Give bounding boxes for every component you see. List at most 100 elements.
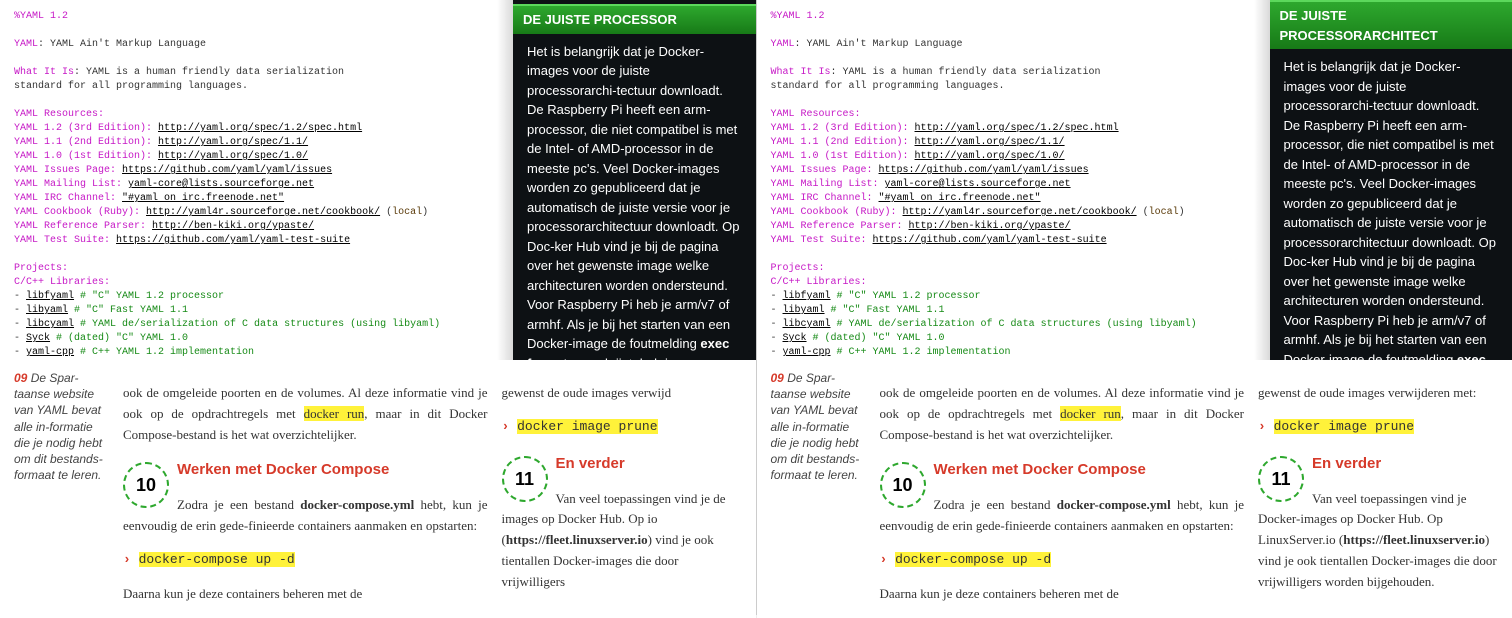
prompt-icon: › [123, 552, 139, 567]
rlink-test[interactable]: https://github.com/yaml/yaml-test-suite [873, 235, 1107, 246]
t-p4c: # (dated) "C" YAML 1.0 [50, 333, 188, 344]
t-r6a: YAML IRC Channel: [14, 193, 122, 204]
rt-r3a: YAML 1.0 (1st Edition): [771, 151, 915, 162]
heading-10-r: 10Werken met Docker Compose [880, 458, 1245, 482]
prompt2-icon: › [502, 419, 518, 434]
rlink-yaml10[interactable]: http://yaml.org/spec/1.0/ [915, 151, 1065, 162]
link-yaml12[interactable]: http://yaml.org/spec/1.2/spec.html [158, 123, 362, 134]
caption-num: 09 [14, 371, 27, 385]
t-r7e: ) [422, 207, 428, 218]
rt-r2a: YAML 1.1 (2nd Edition): [771, 137, 915, 148]
rt-res: YAML Resources: [771, 109, 861, 120]
link-parser[interactable]: http://ben-kiki.org/ypaste/ [152, 221, 314, 232]
rpara: Van veel toepassingen vind je de images … [502, 489, 742, 593]
t-p3c: # YAML de/serialization of C data struct… [74, 319, 440, 330]
link-libfyaml[interactable]: libfyaml [26, 291, 74, 302]
rlink-cookbook[interactable]: http://yaml4r.sourceforge.net/cookbook/ [903, 207, 1137, 218]
badge-10-r: 10 [880, 462, 926, 508]
rt-l2b: : YAML Ain't Markup Language [795, 39, 963, 50]
rt-r5a: YAML Mailing List: [771, 179, 885, 190]
caption-num-r: 09 [771, 371, 784, 385]
t-p1c: # "C" YAML 1.2 processor [74, 291, 224, 302]
h11-text: En verder [556, 455, 625, 472]
rhl-docker-run: docker run [1060, 406, 1121, 421]
t-res: YAML Resources: [14, 109, 104, 120]
t-proj: Projects: [14, 263, 68, 274]
rt-p4c: # (dated) "C" YAML 1.0 [807, 333, 945, 344]
rlink-mail[interactable]: yaml-core@lists.sourceforge.net [885, 179, 1071, 190]
page: %YAML 1.2 YAML: YAML Ain't Markup Langua… [0, 0, 1512, 615]
t-p2c: # "C" Fast YAML 1.1 [68, 305, 188, 316]
top-row-r: %YAML 1.2 YAML: YAML Ain't Markup Langua… [757, 0, 1512, 360]
figure-caption-r: 09 De Spar-taanse website van YAML bevat… [771, 370, 866, 618]
link-issues[interactable]: https://github.com/yaml/yaml/issues [122, 165, 332, 176]
rsb-a: Het is belangrijk dat je Docker-images v… [1284, 59, 1496, 360]
rrpara: Van veel toepassingen vind je Docker-ima… [1258, 489, 1498, 593]
t-r2a: YAML 1.1 (2nd Edition): [14, 137, 158, 148]
link-yaml11[interactable]: http://yaml.org/spec/1.1/ [158, 137, 308, 148]
h10-text-r: Werken met Docker Compose [934, 461, 1146, 478]
cmd1-text: docker-compose up -d [139, 552, 295, 567]
rlink-libcyaml[interactable]: libcyaml [783, 319, 831, 330]
rt-r1a: YAML 1.2 (3rd Edition): [771, 123, 915, 134]
p2b: docker-compose.yml [300, 497, 414, 512]
para2: Zodra je een bestand docker-compose.yml … [123, 495, 488, 537]
t-l2a: YAML [14, 39, 38, 50]
figure-caption: 09 De Spar-taanse website van YAML bevat… [14, 370, 109, 618]
caption-text: De Spar-taanse website van YAML bevat al… [14, 371, 103, 482]
rline1: gewenst de oude images verwijd [502, 383, 742, 404]
link-yamlcpp[interactable]: yaml-cpp [26, 347, 74, 358]
rpara2: Zodra je een bestand docker-compose.yml … [880, 495, 1245, 537]
p2a: Zodra je een bestand [177, 497, 300, 512]
cmd2-text: docker image prune [517, 419, 657, 434]
rlink-libyaml[interactable]: libyaml [783, 305, 825, 316]
cmd1-text-r: docker-compose up -d [895, 552, 1051, 567]
link-test[interactable]: https://github.com/yaml/yaml-test-suite [116, 235, 350, 246]
rt-p1a: - [771, 291, 783, 302]
rlink-libfyaml[interactable]: libfyaml [783, 291, 831, 302]
t-l3a: What It Is [14, 67, 74, 78]
badge-11-r: 11 [1258, 456, 1304, 502]
rt-r7e: ) [1179, 207, 1185, 218]
rt-p4a: - [771, 333, 783, 344]
rlink-irc[interactable]: "#yaml on irc.freenode.net" [879, 193, 1041, 204]
rt-p1c: # "C" YAML 1.2 processor [831, 291, 981, 302]
h11-text-r: En verder [1312, 455, 1381, 472]
t-p2a: - [14, 305, 26, 316]
rlink-parser[interactable]: http://ben-kiki.org/ypaste/ [909, 221, 1071, 232]
rp-b: https://fleet.linuxserver.io [506, 532, 648, 547]
link-yaml10[interactable]: http://yaml.org/spec/1.0/ [158, 151, 308, 162]
rlink-syck[interactable]: Syck [783, 333, 807, 344]
rt-p5a: - [771, 347, 783, 358]
rt-r7a: YAML Cookbook (Ruby): [771, 207, 903, 218]
rt-p2a: - [771, 305, 783, 316]
rlink-issues[interactable]: https://github.com/yaml/yaml/issues [879, 165, 1089, 176]
link-irc[interactable]: "#yaml on irc.freenode.net" [122, 193, 284, 204]
t-l1: %YAML 1.2 [14, 11, 68, 22]
rlink-yamlcpp[interactable]: yaml-cpp [783, 347, 831, 358]
t-l3c: standard for all programming languages. [14, 81, 248, 92]
t-cpp: C/C++ Libraries: [14, 277, 110, 288]
heading-11: 11En verder [502, 452, 742, 476]
link-mail[interactable]: yaml-core@lists.sourceforge.net [128, 179, 314, 190]
t-p5a: - [14, 347, 26, 358]
h10-text: Werken met Docker Compose [177, 461, 389, 478]
t-r5a: YAML Mailing List: [14, 179, 128, 190]
rlink-yaml11[interactable]: http://yaml.org/spec/1.1/ [915, 137, 1065, 148]
link-local[interactable]: local [392, 207, 422, 218]
rp2b: docker-compose.yml [1057, 497, 1171, 512]
rp2a: Zodra je een bestand [934, 497, 1057, 512]
yaml-terminal-r: %YAML 1.2 YAML: YAML Ain't Markup Langua… [757, 0, 1270, 360]
t-l2b: : YAML Ain't Markup Language [38, 39, 206, 50]
rlink-local[interactable]: local [1149, 207, 1179, 218]
rt-l1: %YAML 1.2 [771, 11, 825, 22]
rt-r6a: YAML IRC Channel: [771, 193, 879, 204]
link-libcyaml[interactable]: libcyaml [26, 319, 74, 330]
link-cookbook[interactable]: http://yaml4r.sourceforge.net/cookbook/ [146, 207, 380, 218]
rt-r9a: YAML Test Suite: [771, 235, 873, 246]
link-libyaml[interactable]: libyaml [26, 305, 68, 316]
rlink-yaml12[interactable]: http://yaml.org/spec/1.2/spec.html [915, 123, 1119, 134]
sidebar-box: DE JUISTE PROCESSOR Het is belangrijk da… [513, 0, 756, 360]
sidebar-title: DE JUISTE PROCESSOR [513, 4, 756, 34]
link-syck[interactable]: Syck [26, 333, 50, 344]
